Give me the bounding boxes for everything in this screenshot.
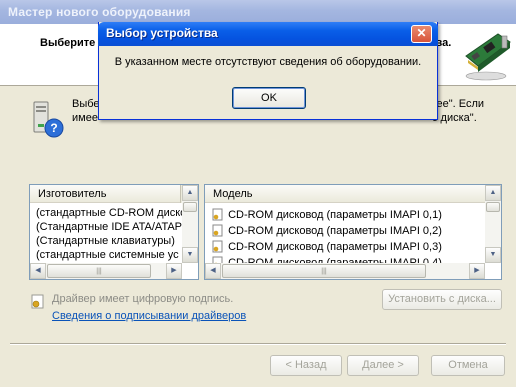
svg-text:?: ?	[50, 121, 57, 135]
wizard-title: Мастер нового оборудования	[8, 5, 191, 19]
list-item[interactable]: CD-ROM дисковод (параметры IMAPI 0,2)	[211, 223, 442, 237]
list-item[interactable]: CD-ROM дисковод (параметры IMAPI 0,3)	[211, 239, 442, 253]
wizard-titlebar[interactable]: Мастер нового оборудования	[0, 0, 516, 24]
scroll-thumb[interactable]: |||	[222, 264, 426, 278]
list-item[interactable]: (стандартные системные ус	[36, 249, 179, 261]
list-item[interactable]: (стандартные CD-ROM диско	[36, 207, 186, 219]
manufacturer-list[interactable]: Изготовитель (стандартные CD-ROM диско (…	[29, 184, 199, 280]
signed-driver-text: Драйвер имеет цифровую подпись.	[52, 293, 234, 305]
select-device-dialog: Выбор устройства ✕ В указанном месте отс…	[98, 22, 438, 120]
model-header-label: Модель	[213, 188, 253, 200]
certificate-icon	[31, 294, 44, 309]
scroll-up-arrow-icon[interactable]: ▲	[182, 185, 198, 201]
driver-icon	[212, 240, 223, 253]
ok-button[interactable]: OK	[232, 87, 306, 109]
dialog-titlebar[interactable]: Выбор устройства ✕	[98, 22, 438, 46]
description-line-2-left: имее	[72, 112, 98, 124]
scroll-right-arrow-icon[interactable]: ▶	[469, 263, 485, 279]
header-title-left: Выберите	[40, 37, 96, 49]
cancel-button[interactable]: Отмена	[431, 355, 505, 376]
model-vertical-scrollbar[interactable]: ▲ ▼	[485, 185, 501, 263]
model-name: CD-ROM дисковод (параметры IMAPI 0,3)	[228, 241, 442, 253]
scroll-left-arrow-icon[interactable]: ◀	[205, 263, 221, 279]
manufacturer-vertical-scrollbar[interactable]: ▲ ▼	[182, 185, 198, 263]
back-button[interactable]: < Назад	[270, 355, 342, 376]
manufacturer-horizontal-scrollbar[interactable]: ◀ ||| ▶	[30, 263, 182, 279]
scroll-up-arrow-icon[interactable]: ▲	[485, 185, 501, 201]
description-line-1-left: Выбе	[72, 98, 100, 110]
manufacturer-header-label: Изготовитель	[38, 188, 107, 200]
description-line-2-right: с диска".	[432, 112, 477, 124]
list-item[interactable]: CD-ROM дисковод (параметры IMAPI 0,1)	[211, 207, 442, 221]
next-button[interactable]: Далее >	[347, 355, 419, 376]
model-horizontal-scrollbar[interactable]: ◀ ||| ▶	[205, 263, 485, 279]
scroll-thumb[interactable]	[486, 202, 500, 212]
scroll-thumb[interactable]: |||	[47, 264, 151, 278]
model-list[interactable]: Модель CD-ROM дисковод (параметры IMAPI …	[204, 184, 502, 280]
device-help-icon: ?	[33, 101, 64, 138]
list-item[interactable]: (Стандартные клавиатуры)	[36, 235, 175, 247]
scroll-down-arrow-icon[interactable]: ▼	[182, 247, 198, 263]
scroll-down-arrow-icon[interactable]: ▼	[485, 247, 501, 263]
network-card-icon	[465, 33, 511, 81]
model-name: CD-ROM дисковод (параметры IMAPI 0,1)	[228, 209, 442, 221]
driver-signing-link[interactable]: Сведения о подписывании драйверов	[52, 310, 246, 322]
close-icon[interactable]: ✕	[411, 25, 432, 43]
have-disk-button[interactable]: Установить с диска...	[382, 289, 502, 310]
scroll-left-arrow-icon[interactable]: ◀	[30, 263, 46, 279]
model-name: CD-ROM дисковод (параметры IMAPI 0,2)	[228, 225, 442, 237]
scroll-thumb[interactable]	[183, 202, 197, 212]
dialog-message: В указанном месте отсутствуют сведения о…	[114, 56, 422, 68]
scroll-right-arrow-icon[interactable]: ▶	[166, 263, 182, 279]
driver-icon	[212, 224, 223, 237]
footer-divider	[10, 343, 506, 345]
dialog-title: Выбор устройства	[106, 26, 218, 40]
list-item[interactable]: (Стандартные IDE ATA/ATAP	[36, 221, 182, 233]
model-column-header[interactable]: Модель	[205, 185, 485, 203]
manufacturer-column-header[interactable]: Изготовитель	[30, 185, 180, 203]
driver-icon	[212, 208, 223, 221]
